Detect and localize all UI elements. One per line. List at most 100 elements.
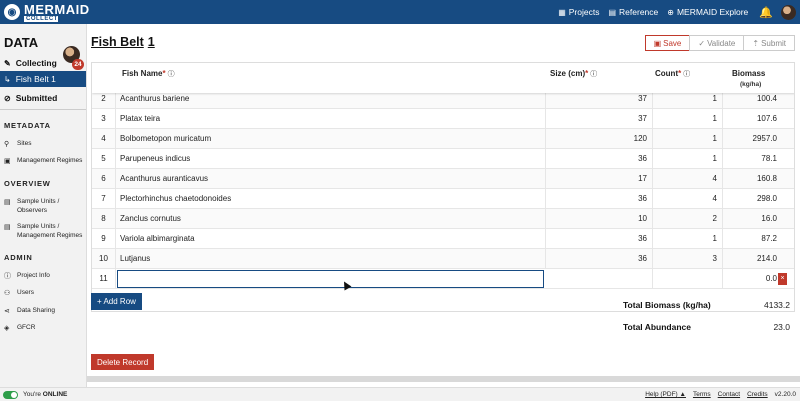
table-row: 9 Variola albimarginata 36 1 87.2 bbox=[92, 229, 794, 249]
observations-table[interactable]: Fish Name* ⓘ Size (cm)* ⓘ Count* ⓘ Biomass … bbox=[91, 62, 795, 312]
delete-record-button[interactable]: Delete Record bbox=[91, 354, 155, 370]
row-number: 4 bbox=[92, 129, 116, 149]
table-row: 3 Platax teira 37 1 107.6 bbox=[92, 109, 794, 129]
table-row: 6 Acanthurus auranticavus 17 4 160.8 bbox=[92, 169, 794, 189]
horizontal-scrollbar[interactable] bbox=[87, 376, 800, 382]
fish-name-cell[interactable]: Bolbometopon muricatum bbox=[116, 129, 546, 149]
nav-explore[interactable]: ⊕ MERMAID Explore bbox=[667, 7, 748, 17]
submit-button[interactable]: ⇡ Submit bbox=[743, 35, 795, 51]
record-actions: ▣ Save ✓ Validate ⇡ Submit bbox=[644, 35, 795, 51]
row-number: 7 bbox=[92, 189, 116, 209]
add-row-button[interactable]: + Add Row bbox=[91, 293, 142, 310]
count-cell[interactable]: 2 bbox=[653, 209, 723, 229]
info-icon: ⓘ bbox=[4, 272, 11, 280]
sidebar-item-management-regimes[interactable]: ▣ Management Regimes bbox=[0, 153, 86, 170]
row-number: 6 bbox=[92, 169, 116, 189]
sidebar-item-project-info[interactable]: ⓘ Project Info bbox=[0, 268, 86, 285]
count-cell[interactable]: 1 bbox=[653, 129, 723, 149]
row-number: 8 bbox=[92, 209, 116, 229]
table-icon: ▤ bbox=[4, 198, 11, 206]
logo[interactable]: ◉ MERMAID COLLECT bbox=[4, 3, 90, 22]
biomass-cell: 214.0 bbox=[756, 254, 777, 263]
sidebar-item-sites[interactable]: ⚲ Sites bbox=[0, 136, 86, 153]
count-cell[interactable]: 1 bbox=[653, 229, 723, 249]
count-cell[interactable]: 3 bbox=[653, 249, 723, 269]
collecting-icon: ✎ bbox=[4, 58, 11, 68]
fish-name-cell[interactable]: Plectorhinchus chaetodonoides bbox=[116, 189, 546, 209]
biomass-cell: 2957.0 bbox=[752, 134, 777, 143]
biomass-cell: 87.2 bbox=[761, 234, 777, 243]
users-icon: ⚇ bbox=[4, 290, 11, 298]
sidebar-item-gfcr[interactable]: ◈ GFCR bbox=[0, 320, 86, 337]
projects-icon: ▦ bbox=[558, 7, 566, 17]
admin-heading: ADMIN bbox=[4, 252, 33, 262]
header-biomass: Biomass bbox=[732, 69, 766, 78]
size-cell[interactable]: 36 bbox=[546, 249, 653, 269]
nav-reference[interactable]: ▤ Reference bbox=[608, 7, 658, 17]
collecting-count-badge: 24 bbox=[72, 59, 84, 70]
fish-name-cell[interactable]: Acanthurus auranticavus bbox=[116, 169, 546, 189]
fish-name-input[interactable] bbox=[117, 270, 544, 288]
sidebar-item-su-management[interactable]: ▤ Sample Units / Management Regimes bbox=[0, 219, 86, 245]
table-row: 4 Bolbometopon muricatum 120 1 2957.0 bbox=[92, 129, 794, 149]
size-cell[interactable]: 36 bbox=[546, 149, 653, 169]
info-icon[interactable]: ⓘ bbox=[683, 71, 690, 78]
online-toggle[interactable] bbox=[3, 390, 18, 399]
delete-row-button[interactable]: × bbox=[778, 273, 787, 285]
terms-link[interactable]: Terms bbox=[693, 391, 711, 398]
info-icon[interactable]: ⓘ bbox=[168, 71, 175, 78]
save-icon: ▣ bbox=[653, 38, 662, 48]
globe-icon: ⊕ bbox=[667, 7, 674, 17]
size-cell[interactable]: 37 bbox=[546, 109, 653, 129]
bell-icon[interactable]: 🔔 bbox=[759, 6, 773, 19]
footer: You're ONLINE Help (PDF) ▲ Terms Contact… bbox=[0, 387, 800, 401]
nav-projects[interactable]: ▦ Projects bbox=[558, 7, 599, 17]
fish-name-cell[interactable]: Parupeneus indicus bbox=[116, 149, 546, 169]
contact-link[interactable]: Contact bbox=[718, 391, 740, 398]
fish-name-cell[interactable]: Platax teira bbox=[116, 109, 546, 129]
header-fish-name: Fish Name* ⓘ bbox=[122, 69, 175, 78]
biomass-cell: 160.8 bbox=[756, 174, 777, 183]
top-bar: ◉ MERMAID COLLECT ▦ Projects ▤ Reference… bbox=[0, 0, 800, 24]
size-cell[interactable]: 36 bbox=[546, 229, 653, 249]
fish-name-cell[interactable]: Lutjanus bbox=[116, 249, 546, 269]
sidebar-item-data-sharing[interactable]: ⋖ Data Sharing bbox=[0, 303, 86, 320]
biomass-cell: 78.1 bbox=[761, 154, 777, 163]
count-cell[interactable]: 4 bbox=[653, 169, 723, 189]
reference-icon: ▤ bbox=[608, 7, 617, 17]
size-cell[interactable]: 120 bbox=[546, 129, 653, 149]
count-input[interactable] bbox=[653, 269, 723, 289]
credits-link[interactable]: Credits bbox=[747, 391, 768, 398]
user-avatar[interactable] bbox=[781, 4, 796, 20]
check-icon: ✓ bbox=[698, 38, 706, 48]
overview-heading: OVERVIEW bbox=[4, 178, 51, 188]
size-cell[interactable]: 36 bbox=[546, 189, 653, 209]
footer-links: Help (PDF) ▲ Terms Contact Credits v2.20… bbox=[631, 391, 796, 398]
count-cell[interactable]: 1 bbox=[653, 109, 723, 129]
save-button[interactable]: ▣ Save bbox=[644, 35, 691, 51]
size-input[interactable] bbox=[546, 269, 653, 289]
info-icon[interactable]: ⓘ bbox=[590, 71, 597, 78]
sidebar-item-active-record[interactable]: ↳ Fish Belt 1 bbox=[0, 71, 86, 87]
mermaid-logo-icon: ◉ bbox=[4, 4, 20, 20]
table-header: Fish Name* ⓘ Size (cm)* ⓘ Count* ⓘ Biomass … bbox=[92, 63, 794, 93]
size-cell[interactable]: 10 bbox=[546, 209, 653, 229]
row-number: 5 bbox=[92, 149, 116, 169]
row-number: 3 bbox=[92, 109, 116, 129]
sidebar-item-users[interactable]: ⚇ Users bbox=[0, 285, 86, 302]
regime-icon: ▣ bbox=[4, 158, 11, 166]
logo-name: MERMAID bbox=[24, 1, 90, 17]
biomass-cell: 16.0 bbox=[761, 214, 777, 223]
size-cell[interactable]: 17 bbox=[546, 169, 653, 189]
validate-button[interactable]: ✓ Validate bbox=[689, 35, 745, 51]
count-cell[interactable]: 4 bbox=[653, 189, 723, 209]
fish-name-cell[interactable]: Zanclus cornutus bbox=[116, 209, 546, 229]
sidebar-item-su-observers[interactable]: ▤ Sample Units / Observers bbox=[0, 194, 86, 220]
table-icon: ▤ bbox=[4, 224, 11, 232]
row-number: 9 bbox=[92, 229, 116, 249]
sidebar-item-submitted[interactable]: ⊘ Submitted bbox=[0, 90, 86, 106]
header-biomass-units: (kg/ha) bbox=[740, 81, 762, 88]
help-link[interactable]: Help (PDF) ▲ bbox=[638, 391, 686, 398]
count-cell[interactable]: 1 bbox=[653, 149, 723, 169]
fish-name-cell[interactable]: Variola albimarginata bbox=[116, 229, 546, 249]
